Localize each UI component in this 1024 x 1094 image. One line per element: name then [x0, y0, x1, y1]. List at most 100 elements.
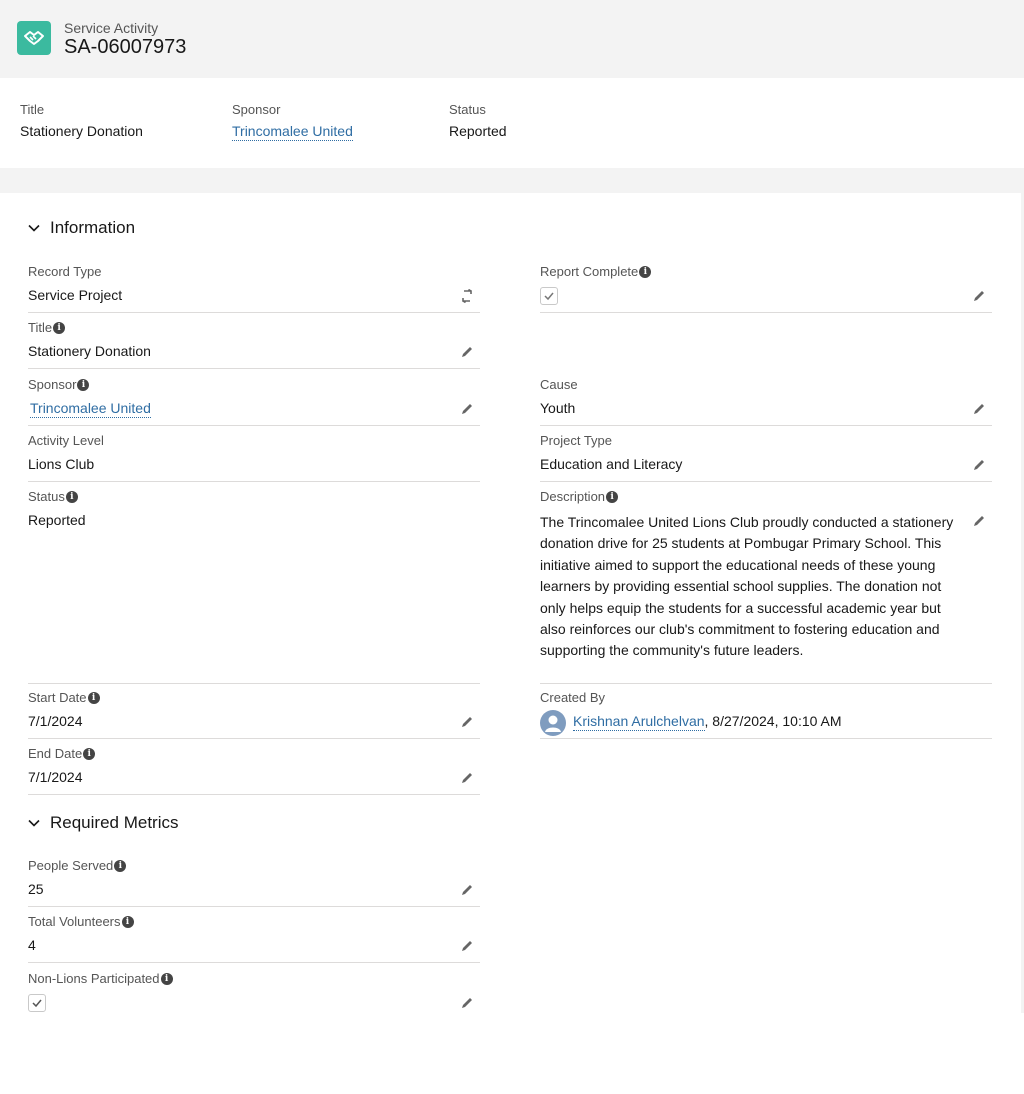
field-label: Report Complete i — [540, 264, 652, 279]
sponsor-link[interactable]: Trincomalee United — [30, 400, 151, 418]
report-complete-checkbox — [540, 287, 558, 305]
field-label: Created By — [540, 690, 606, 705]
separator-band — [0, 168, 1024, 193]
highlight-sponsor-label: Sponsor — [232, 102, 281, 117]
field-activity-level: Activity Level Lions Club — [28, 426, 480, 482]
field-label-text: Start Date — [28, 690, 87, 705]
pencil-icon[interactable] — [972, 289, 986, 303]
field-value: 4 — [28, 937, 36, 953]
info-icon[interactable]: i — [83, 747, 96, 760]
field-label-text: Total Volunteers — [28, 914, 121, 929]
info-icon[interactable]: i — [53, 321, 66, 334]
info-icon[interactable]: i — [87, 691, 100, 704]
field-label-text: People Served — [28, 858, 114, 873]
pencil-icon[interactable] — [460, 883, 474, 897]
highlight-title-value: Stationery Donation — [20, 123, 143, 139]
field-label-text: Non-Lions Participated — [28, 971, 160, 986]
pencil-icon[interactable] — [972, 402, 986, 416]
field-label-text: Report Complete — [540, 264, 639, 279]
pencil-icon[interactable] — [460, 345, 474, 359]
field-value: Youth — [540, 400, 576, 416]
field-label: Non-Lions Participated i — [28, 971, 173, 986]
checkmark-icon — [32, 999, 42, 1008]
field-label: People Served i — [28, 858, 127, 873]
info-icon[interactable]: i — [77, 378, 90, 391]
checkmark-icon — [544, 292, 554, 301]
field-label: Project Type — [540, 433, 613, 448]
highlight-status-value: Reported — [449, 123, 507, 139]
pencil-icon[interactable] — [460, 715, 474, 729]
description-text: The Trincomalee United Lions Club proudl… — [540, 514, 954, 659]
non-lions-checkbox — [28, 994, 46, 1012]
field-value: 7/1/2024 — [28, 713, 83, 729]
info-icon[interactable]: i — [639, 265, 652, 278]
field-value: 7/1/2024 — [28, 769, 83, 785]
field-title: Title i Stationery Donation — [28, 313, 480, 369]
field-start-date: Start Date i 7/1/2024 — [28, 683, 480, 739]
highlight-status-label: Status — [449, 102, 486, 117]
section-metrics-title: Required Metrics — [50, 813, 179, 832]
field-label: Start Date i — [28, 690, 100, 705]
field-label: Record Type — [28, 264, 102, 279]
field-label: Description i — [540, 489, 619, 504]
field-end-date: End Date i 7/1/2024 — [28, 739, 480, 795]
highlight-status: Status Reported — [449, 102, 507, 139]
field-label-text: Status — [28, 489, 65, 504]
section-metrics-toggle[interactable]: Required Metrics — [27, 813, 179, 833]
info-icon[interactable]: i — [160, 972, 173, 985]
info-icon[interactable]: i — [606, 490, 619, 503]
field-label: End Date i — [28, 746, 96, 761]
highlight-sponsor: Sponsor Trincomalee United — [232, 102, 353, 141]
user-avatar-icon — [540, 710, 566, 736]
field-cause: Cause Youth — [540, 370, 992, 426]
info-icon[interactable]: i — [65, 490, 78, 503]
field-people-served: People Served i 25 — [28, 851, 480, 907]
highlight-sponsor-link[interactable]: Trincomalee United — [232, 123, 353, 141]
info-icon[interactable]: i — [121, 915, 134, 928]
field-label: Title i — [28, 320, 66, 335]
field-label: Status i — [28, 489, 78, 504]
field-label-text: Sponsor — [28, 377, 77, 392]
pencil-icon[interactable] — [972, 458, 986, 472]
created-by-line: Krishnan Arulchelvan, 8/27/2024, 10:10 A… — [573, 713, 842, 731]
highlight-title: Title Stationery Donation — [20, 102, 143, 139]
chevron-down-icon — [28, 224, 40, 232]
field-sponsor: Sponsor i Trincomalee United — [28, 370, 480, 426]
section-information-toggle[interactable]: Information — [27, 218, 135, 238]
field-record-type: Record Type Service Project — [28, 257, 480, 313]
field-created-by: Created By Krishnan Arulchelvan, 8/27/20… — [540, 683, 992, 739]
field-value: Service Project — [28, 287, 123, 303]
section-information-title: Information — [50, 218, 136, 237]
field-value: Education and Literacy — [540, 456, 683, 472]
field-value: Reported — [28, 512, 86, 528]
field-label: Activity Level — [28, 433, 104, 448]
object-label: Service Activity — [64, 20, 159, 36]
record-title: SA-06007973 — [64, 36, 187, 58]
handshake-icon — [17, 21, 51, 55]
field-value: Stationery Donation — [28, 343, 151, 359]
field-status: Status i Reported — [28, 482, 480, 684]
field-label-text: Title — [28, 320, 53, 335]
pencil-icon[interactable] — [460, 771, 474, 785]
created-by-date: , 8/27/2024, 10:10 AM — [704, 713, 842, 729]
pencil-icon[interactable] — [460, 996, 474, 1010]
field-description: Description i The Trincomalee United Lio… — [540, 482, 992, 684]
record-header: Service Activity SA-06007973 — [0, 0, 1024, 78]
pencil-icon[interactable] — [460, 402, 474, 416]
field-label: Total Volunteers i — [28, 914, 134, 929]
created-by-user-link[interactable]: Krishnan Arulchelvan — [573, 713, 705, 731]
field-label-text: End Date — [28, 746, 83, 761]
swap-icon[interactable] — [460, 289, 474, 303]
chevron-down-icon — [28, 819, 40, 827]
field-report-complete: Report Complete i — [540, 257, 992, 313]
field-value: Lions Club — [28, 456, 95, 472]
field-project-type: Project Type Education and Literacy — [540, 426, 992, 482]
highlight-title-label: Title — [20, 102, 45, 117]
highlights-panel: Title Stationery Donation Sponsor Trinco… — [0, 78, 1024, 168]
field-label-text: Description — [540, 489, 606, 504]
field-value: 25 — [28, 881, 44, 897]
pencil-icon[interactable] — [460, 939, 474, 953]
field-label: Sponsor i — [28, 377, 90, 392]
pencil-icon[interactable] — [972, 514, 986, 528]
info-icon[interactable]: i — [114, 859, 127, 872]
